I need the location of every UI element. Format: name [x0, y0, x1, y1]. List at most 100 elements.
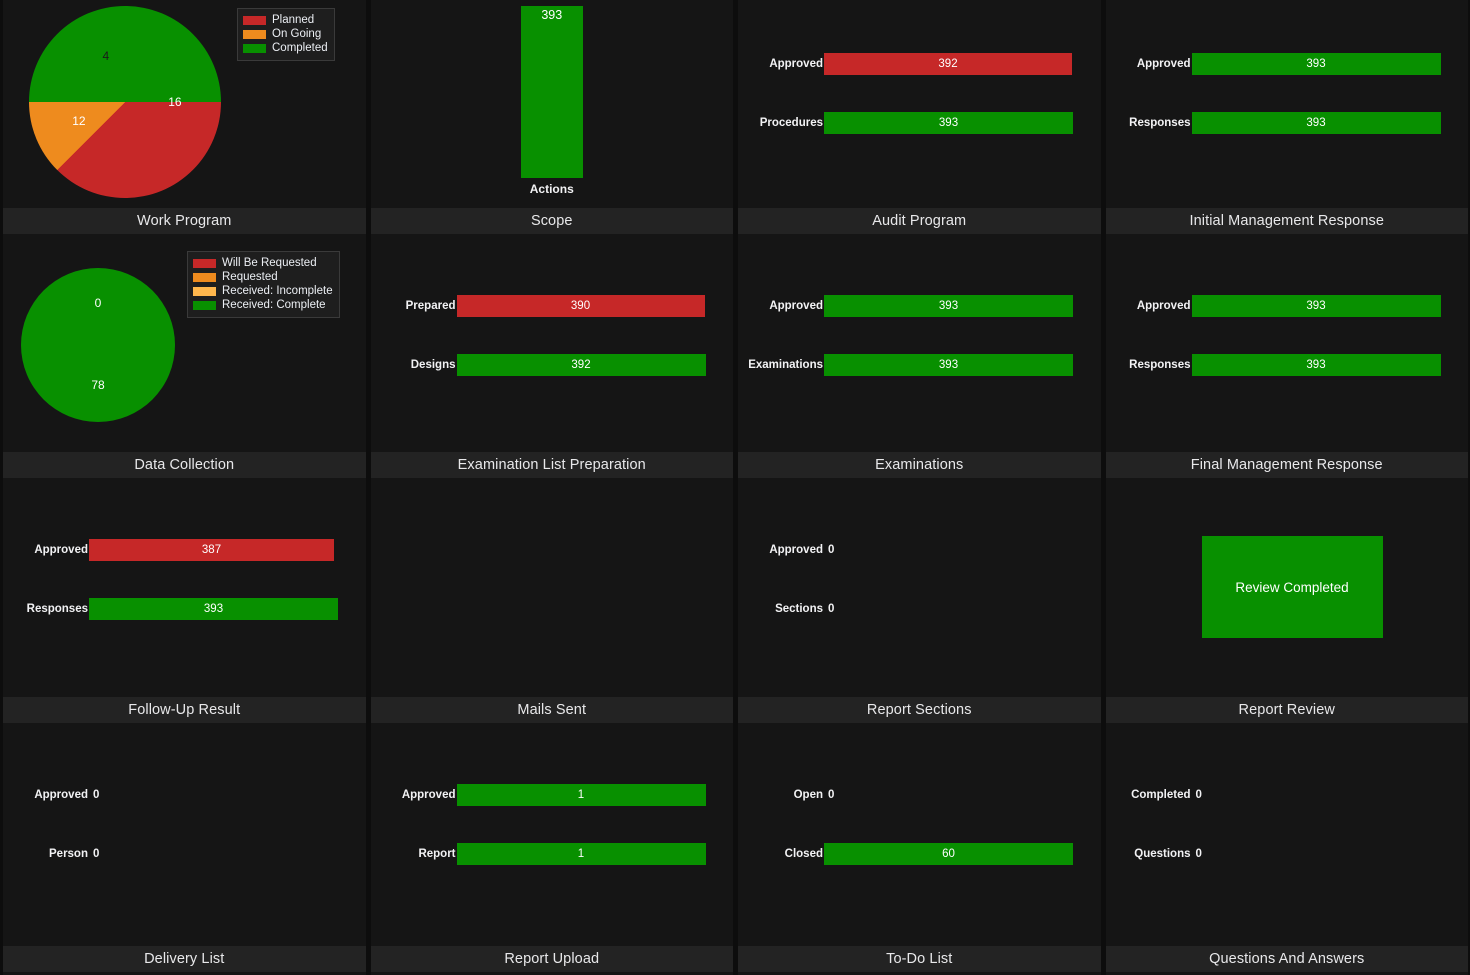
horizontal-bar-chart: Open 0 Closed 60	[738, 784, 1101, 865]
horizontal-bar-chart: Approved 393 Responses 393	[1106, 53, 1469, 134]
bar-fill: 1	[456, 784, 706, 806]
bar-category-label: Approved	[769, 544, 823, 556]
bar-track: 60	[824, 843, 1101, 865]
bar-track: 392	[824, 53, 1101, 75]
panel-to-do-list: Open 0 Closed 60 To-Do List	[738, 726, 1101, 975]
bar-value: 0	[828, 544, 835, 556]
bar-category-label: Report	[418, 848, 456, 860]
bar-row: Questions 0	[1106, 843, 1469, 865]
pie-slice-value: 4	[102, 48, 110, 63]
bar-track: 393	[1191, 112, 1469, 134]
vertical-bar-column: 393 Actions	[520, 6, 583, 196]
bar-row: Approved 0	[3, 784, 366, 806]
pie-chart	[29, 6, 221, 198]
legend-item: Will Be Requested	[193, 256, 333, 270]
panel-title-audit-program: Audit Program	[738, 208, 1101, 234]
pie-slice-value: 0	[94, 295, 102, 310]
panel-body-data-collection: 78 0 Will Be Requested Requested Received: I…	[3, 237, 366, 452]
bar-category-label: Responses	[26, 603, 88, 615]
horizontal-bar-chart: Completed 0 Questions 0	[1106, 784, 1469, 865]
bar-row: Approved 392	[738, 53, 1101, 75]
panel-final-management-response: Approved 393 Responses 393 Final Management …	[1105, 237, 1469, 481]
bar-fill: 392	[824, 53, 1072, 75]
bar-category-label: Approved	[769, 300, 823, 312]
bar-value: 393	[1306, 359, 1326, 371]
bar-row: Responses 393	[1106, 354, 1469, 376]
vertical-bar-chart: 393 Actions	[371, 6, 734, 196]
bar-category-label: Examinations	[748, 359, 823, 371]
bar-fill: 393	[1191, 112, 1441, 134]
pie-slices	[21, 268, 175, 422]
panel-body-work-program: 16 12 4 Planned On Going Completed	[3, 0, 366, 208]
legend-item: Requested	[193, 270, 333, 284]
bar-track: 390	[456, 295, 734, 317]
horizontal-bar-chart: Approved 387 Responses 393	[3, 539, 366, 620]
bar-track: 0	[1192, 843, 1469, 865]
bar-category-label: Questions	[1134, 848, 1191, 860]
bar-track: 393	[824, 354, 1101, 376]
panel-follow-up-result: Approved 387 Responses 393 Follow-Up Result	[3, 481, 366, 726]
bar-value: 393	[203, 603, 224, 615]
bar-row: Completed 0	[1106, 784, 1469, 806]
panel-delivery-list: Approved 0 Person 0 Delivery List	[3, 726, 366, 975]
legend-swatch-icon	[193, 258, 216, 268]
bar-row: Approved 393	[1106, 295, 1469, 317]
legend-swatch-icon	[243, 15, 266, 25]
bar-row: Approved 387	[3, 539, 366, 561]
panel-scope: 393 Actions Scope	[370, 0, 734, 237]
bar-track: 0	[89, 784, 366, 806]
panel-title-examinations: Examinations	[738, 452, 1101, 478]
bar-value: 387	[201, 544, 222, 556]
bar-value: 392	[571, 359, 591, 371]
bar-value: 1	[577, 848, 585, 860]
pie-slice-value: 16	[168, 95, 182, 109]
bar-track: 0	[824, 539, 1101, 561]
horizontal-bar-chart: Approved 393 Examinations 393	[738, 295, 1101, 376]
bar-value: 393	[1306, 58, 1326, 70]
vertical-bar: 393	[520, 6, 583, 178]
bar-track: 393	[824, 295, 1101, 317]
bar-track: 393	[1191, 354, 1469, 376]
panel-title-report-sections: Report Sections	[738, 697, 1101, 723]
bar-row: Approved 1	[371, 784, 734, 806]
horizontal-bar-chart: Prepared 390 Designs 392	[371, 295, 734, 376]
panel-body-report-review: Review Completed	[1105, 481, 1468, 697]
bar-row: Closed 60	[738, 843, 1101, 865]
bar-track: 393	[89, 598, 366, 620]
bar-fill: 60	[824, 843, 1073, 865]
bar-row: Person 0	[3, 843, 366, 865]
panel-body-initial-management-response: Approved 393 Responses 393	[1105, 0, 1469, 208]
bar-row: Responses 393	[1106, 112, 1469, 134]
bar-row: Responses 393	[3, 598, 366, 620]
bar-category-label: Approved	[1136, 300, 1191, 312]
horizontal-bar-chart: Approved 0 Sections 0	[738, 539, 1101, 620]
vertical-bar-category-label: Actions	[529, 182, 574, 196]
bar-category-label: Responses	[1129, 359, 1191, 371]
bar-track: 0	[1192, 784, 1469, 806]
bar-value: 0	[1195, 789, 1202, 801]
legend-item-label: On Going	[272, 28, 322, 40]
panel-title-work-program: Work Program	[3, 208, 366, 234]
bar-value: 393	[938, 359, 959, 371]
bar-value: 393	[938, 117, 959, 129]
panel-examinations: Approved 393 Examinations 393 Examinations	[738, 237, 1101, 481]
bar-category-label: Person	[49, 848, 88, 860]
horizontal-bar-chart: Approved 392 Procedures 393	[738, 53, 1101, 134]
legend-item: On Going	[243, 27, 328, 41]
bar-track: 1	[456, 843, 734, 865]
panel-body-to-do-list: Open 0 Closed 60	[738, 726, 1101, 946]
bar-category-label: Approved	[34, 544, 88, 556]
bar-value: 390	[570, 300, 591, 312]
bar-category-label: Prepared	[405, 300, 456, 312]
bar-track: 0	[89, 843, 366, 865]
legend-swatch-icon	[193, 286, 216, 296]
bar-value: 393	[1306, 300, 1326, 312]
bar-category-label: Closed	[784, 848, 823, 860]
bar-category-label: Designs	[410, 359, 456, 371]
panel-examination-list-preparation: Prepared 390 Designs 392 Examination List Pr…	[370, 237, 734, 481]
panel-body-report-sections: Approved 0 Sections 0	[738, 481, 1101, 697]
legend-item: Planned	[243, 13, 328, 27]
panel-report-review: Review Completed Report Review	[1105, 481, 1468, 726]
panel-title-to-do-list: To-Do List	[738, 946, 1101, 972]
bar-category-label: Approved	[401, 789, 456, 801]
